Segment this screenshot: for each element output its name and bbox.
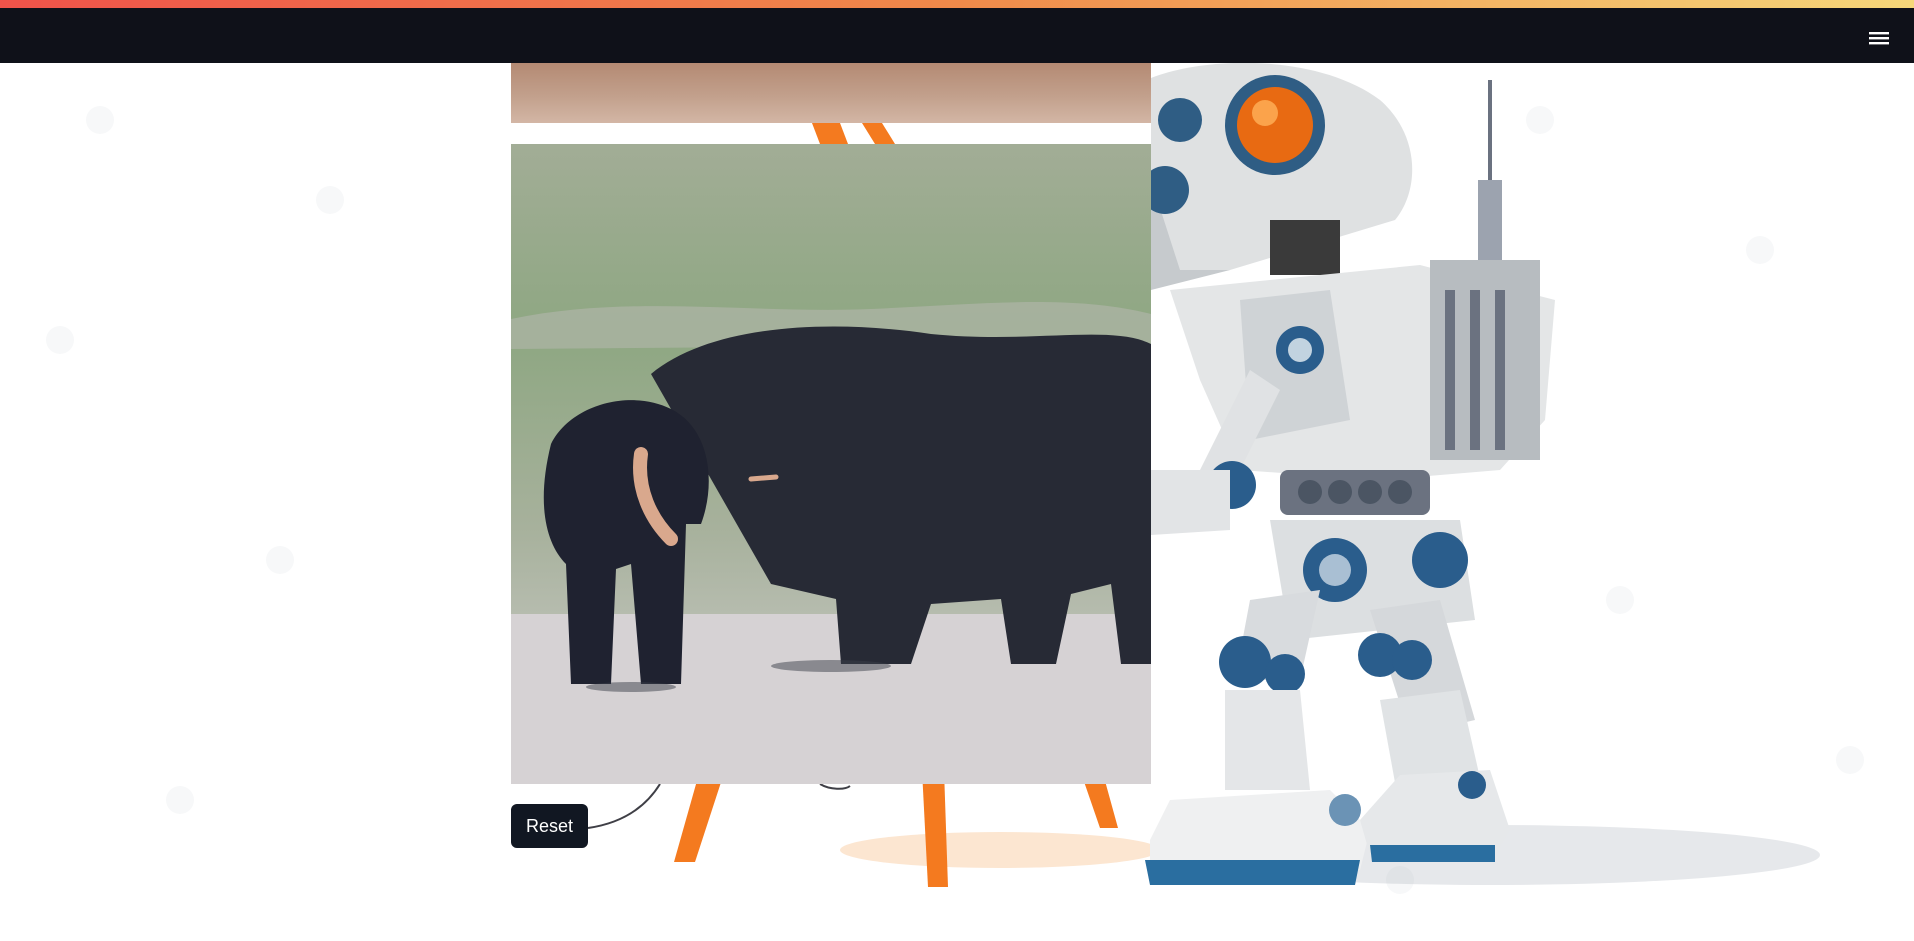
generated-photo-top (511, 63, 1151, 123)
elephant-photo[interactable] (511, 144, 1151, 784)
top-accent-stripe (0, 0, 1914, 8)
hamburger-menu-icon[interactable] (1866, 28, 1894, 48)
top-navbar (0, 8, 1914, 63)
elephant-photo-art (511, 144, 1151, 784)
reset-button[interactable]: Reset (511, 804, 588, 848)
